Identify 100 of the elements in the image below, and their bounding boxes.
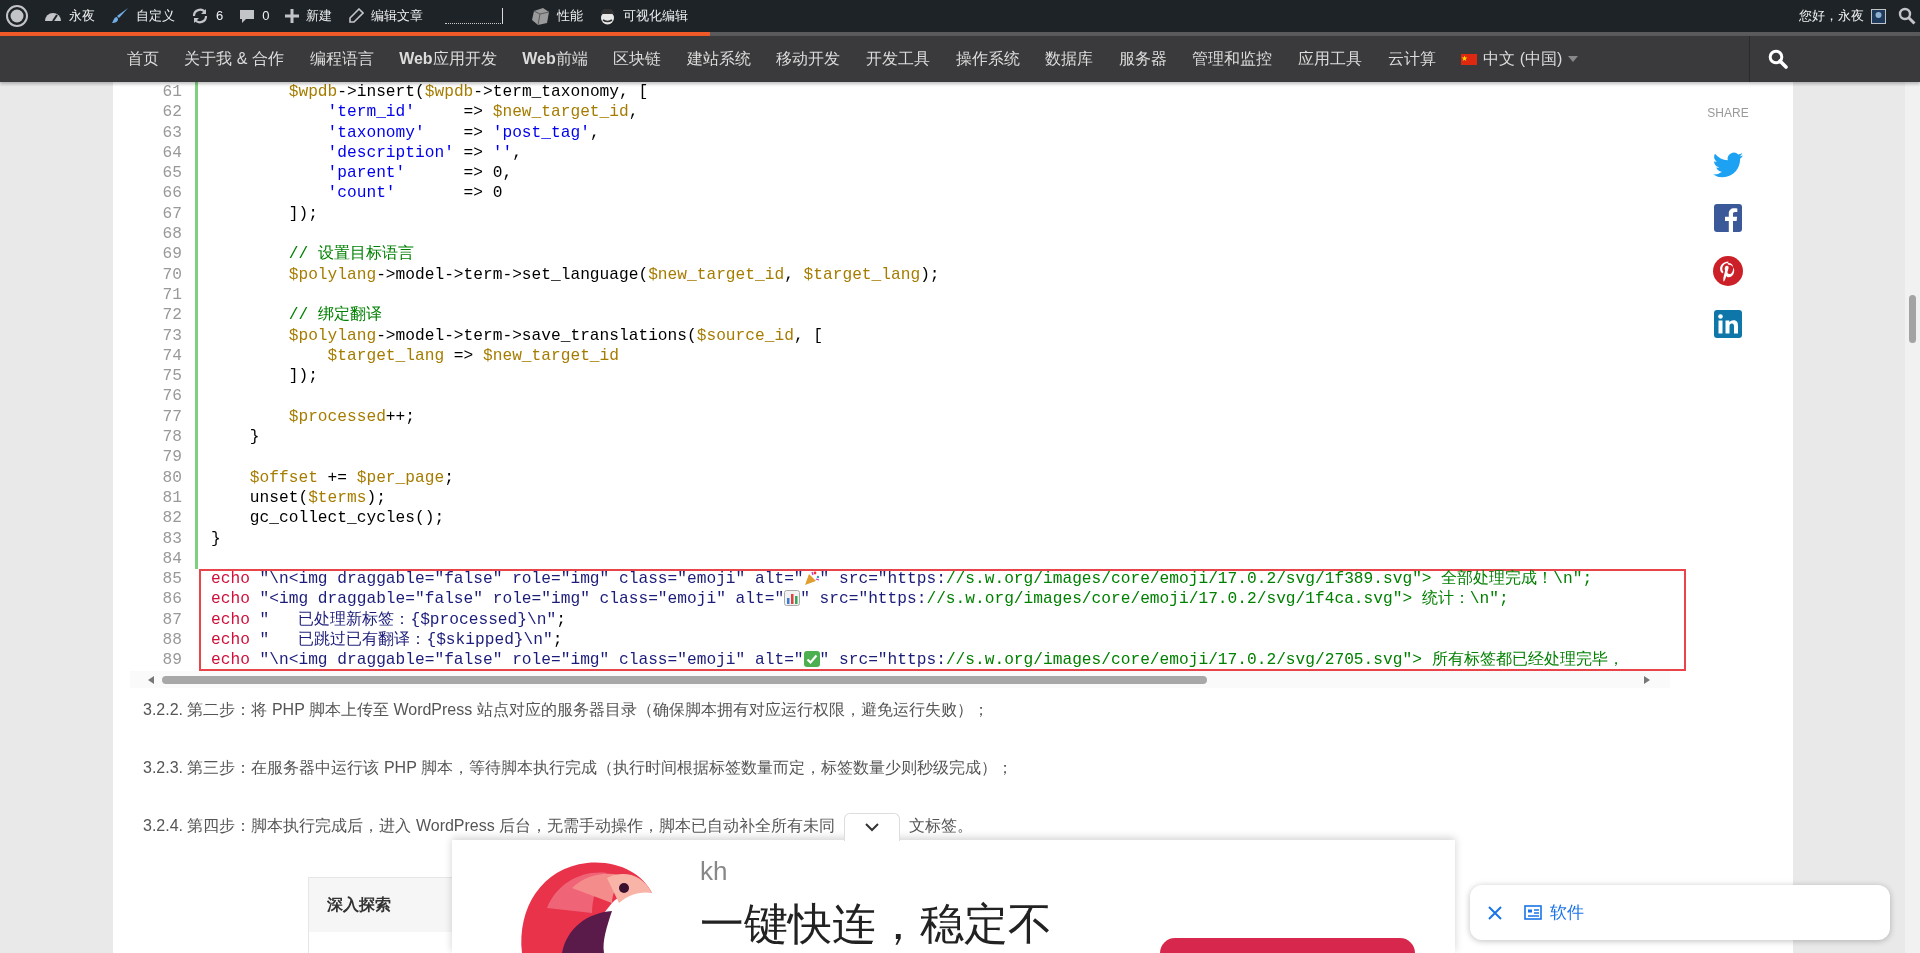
nav-link[interactable]: 管理和监控 (1179, 47, 1286, 71)
nav-link[interactable]: 首页 (114, 47, 172, 71)
list-icon (1524, 905, 1542, 920)
line-number: 64 (161, 142, 182, 164)
line-number: 80 (161, 467, 182, 488)
plus-icon (285, 9, 300, 23)
vertical-scrollbar[interactable] (1905, 82, 1920, 953)
code-text: " src="https://s.w.org/images/core/emoji/17.0.2/svg/2705.svg"> 所有标签都已经处理完毕， (819, 651, 1624, 670)
code-text: $offset += $per_page; (248, 468, 454, 487)
search-icon[interactable] (1898, 7, 1916, 25)
line-number: 74 (161, 345, 182, 367)
nav-link[interactable]: 数据库 (1032, 47, 1107, 71)
code-text: echo " 已处理新标签：{$processed}\n"; (211, 610, 566, 629)
nav-link[interactable]: Web应用开发 (386, 47, 510, 71)
code-text: " src="https://s.w.org/images/core/emoji/17.0.2/svg/1f4ca.svg"> 统计：\n"; (800, 590, 1509, 609)
line-number: 63 (161, 122, 182, 143)
admin-bar-link[interactable]: 永夜 (44, 6, 95, 26)
line-number: 84 (161, 548, 182, 570)
nav-link[interactable]: 关于我 & 合作 (171, 47, 297, 71)
code-text: echo "<img draggable="false" role="img" class="emoji" alt=" (211, 590, 785, 609)
nav-link[interactable]: 应用工具 (1285, 47, 1375, 71)
nav-link[interactable]: 云计算 (1374, 47, 1449, 71)
nav-link[interactable]: 服务器 (1106, 47, 1180, 71)
share-heading: SHARE (1707, 105, 1749, 122)
f-logo-icon[interactable] (1714, 204, 1742, 232)
nav-link[interactable]: 编程语言 (296, 47, 387, 71)
query-meter-icon[interactable] (445, 8, 504, 24)
pencil-icon (348, 8, 365, 24)
line-number: 73 (161, 325, 182, 346)
code-text: 'description' => '', (326, 143, 522, 162)
admin-bar-link[interactable]: 性能 (531, 6, 584, 26)
code-text: 'parent' => 0, (326, 164, 513, 183)
admin-bar-link[interactable]: 可视化编辑 (599, 6, 689, 26)
line-number: 66 (161, 183, 182, 204)
admin-bar-link[interactable]: 编辑文章 (348, 6, 424, 26)
code-text: " src="https://s.w.org/images/core/emoji/17.0.2/svg/1f389.svg"> 全部处理完成！\n"; (819, 570, 1593, 589)
nav-link[interactable]: 移动开发 (763, 47, 854, 71)
line-number: 86 (161, 589, 182, 610)
code-text: $polylang->model->term->save_translations($source_id, [ (287, 326, 824, 345)
account-link[interactable]: 您好，永夜 (1799, 6, 1886, 26)
cta-button[interactable] (1160, 938, 1415, 953)
flag-icon (1461, 53, 1478, 65)
line-number: 78 (161, 427, 182, 448)
admin-bar-link[interactable]: 新建 (285, 6, 333, 26)
nav-link[interactable]: 开发工具 (853, 47, 943, 71)
mascot-icon (599, 7, 617, 25)
line-number: 83 (161, 528, 182, 549)
line-number: 71 (161, 284, 182, 306)
admin-bar-link[interactable]: 6 (191, 6, 224, 26)
code-text: $wpdb->insert($wpdb->term_taxonomy, [ (287, 83, 649, 101)
line-number: 70 (161, 264, 182, 285)
bar-chart-icon (784, 590, 801, 607)
nav-link[interactable]: Web前端 (509, 47, 601, 71)
line-number: 62 (161, 102, 182, 123)
line-number: 67 (161, 203, 182, 225)
code-text: 'count' => 0 (326, 184, 503, 203)
code-text: unset($terms); (248, 488, 386, 507)
code-text: } (248, 428, 260, 447)
chevron-down-icon (864, 822, 881, 833)
code-text: $polylang->model->term->set_language($new_target_id, $target_lang); (287, 265, 940, 284)
line-number: 81 (161, 487, 182, 509)
right-arrow-icon[interactable] (1644, 675, 1650, 684)
search-icon[interactable] (1768, 49, 1788, 69)
paragraph: 文标签。 (909, 815, 974, 836)
code-text: gc_collect_cycles(); (248, 509, 445, 528)
ad-headline: 一键快连，稳定不 (700, 902, 1052, 946)
admin-bar-link[interactable]: 自定义 (111, 6, 175, 26)
line-number: 75 (161, 366, 182, 387)
code-text: } (211, 529, 221, 548)
language-menu[interactable]: 中文 (中国) (1448, 47, 1592, 71)
nav-link[interactable]: 区块链 (600, 47, 675, 71)
admin-bar-link[interactable]: 0 (239, 6, 270, 26)
line-number: 89 (161, 650, 182, 671)
nav-link[interactable]: 建站系统 (674, 47, 764, 71)
category-link[interactable]: 软件 (1524, 899, 1584, 926)
line-number: 77 (161, 406, 182, 428)
paragraph: 3.2.2. 第二步：将 PHP 脚本上传至 WordPress 站点对应的服务器目录（确保脚本拥有对应运行权限，避免运行失败）； (143, 699, 990, 720)
code-text: echo "\n<img draggable="false" role="img" class="emoji" alt=" (211, 570, 804, 589)
left-arrow-icon[interactable] (148, 675, 154, 684)
code-text: // 绑定翻译 (287, 306, 382, 325)
line-number: 72 (161, 305, 182, 326)
code-text: $processed++; (287, 407, 415, 426)
refresh-icon (191, 7, 209, 25)
circle-logo-icon[interactable] (6, 5, 28, 27)
paragraph: 3.2.4. 第四步：脚本执行完成后，进入 WordPress 后台，无需手动操作，脚本已自动补全所有未同 (143, 815, 836, 836)
avatar-icon (1871, 8, 1886, 24)
code-text: echo "\n<img draggable="false" role="img" class="emoji" alt=" (211, 651, 804, 670)
line-number: 68 (161, 224, 182, 245)
in-logo-icon[interactable] (1714, 310, 1742, 338)
line-number: 65 (161, 163, 182, 184)
collapse-button[interactable] (844, 812, 901, 841)
line-number: 82 (161, 508, 182, 529)
bird-icon[interactable] (1712, 152, 1744, 180)
close-icon[interactable] (1488, 905, 1502, 920)
check-mark-icon (803, 651, 820, 668)
code-text: 'taxonomy' => 'post_tag', (326, 123, 600, 142)
nav-link[interactable]: 操作系统 (942, 47, 1033, 71)
line-number: 79 (161, 447, 182, 468)
code-text: 'term_id' => $new_target_id, (326, 103, 639, 122)
p-logo-icon[interactable] (1713, 256, 1743, 286)
